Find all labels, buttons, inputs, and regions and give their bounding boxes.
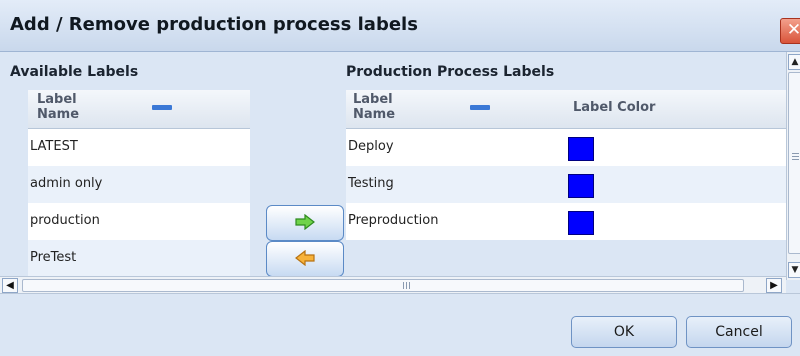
arrow-right-green-icon	[295, 213, 315, 231]
content-area: Available Labels Production Process Labe…	[0, 52, 786, 277]
dialog-title: Add / Remove production process labels	[10, 14, 418, 35]
label-color-swatch[interactable]	[568, 211, 594, 235]
sort-icon[interactable]	[152, 105, 172, 110]
available-row[interactable]: admin only	[28, 166, 250, 203]
available-header-line1: Label	[37, 92, 77, 107]
close-icon: ✕	[786, 20, 800, 40]
label-color-swatch[interactable]	[568, 137, 594, 161]
sort-icon[interactable]	[470, 105, 490, 110]
available-labels-title: Available Labels	[10, 64, 139, 80]
production-row[interactable]: Preproduction	[346, 203, 786, 240]
production-header-line2: Name	[353, 107, 396, 122]
add-label-button[interactable]	[266, 205, 344, 241]
scroll-up-button[interactable]: ▲	[788, 54, 800, 70]
dialog-footer: OK Cancel	[0, 293, 800, 356]
close-button[interactable]: ✕	[780, 18, 800, 44]
title-bar: Add / Remove production process labels ✕	[0, 0, 800, 52]
vertical-scroll-thumb[interactable]	[788, 72, 800, 254]
available-row-name: PreTest	[30, 250, 77, 265]
grip-icon	[403, 282, 404, 289]
ok-button[interactable]: OK	[571, 316, 677, 348]
production-label-name-header[interactable]: Label Name	[353, 92, 413, 122]
vertical-scrollbar[interactable]: ▲ ▼	[786, 52, 800, 280]
production-grid-header: Label Name Label Color	[346, 90, 786, 129]
production-row-name: Testing	[348, 176, 394, 191]
scroll-down-button[interactable]: ▼	[788, 262, 800, 278]
available-header-line2: Name	[37, 107, 80, 122]
available-row[interactable]: production	[28, 203, 250, 240]
remove-label-button[interactable]	[266, 241, 344, 277]
production-row-name: Deploy	[348, 139, 394, 154]
arrow-left-orange-icon	[295, 249, 315, 267]
scroll-left-button[interactable]: ◀	[2, 278, 18, 293]
production-row[interactable]: Deploy	[346, 129, 786, 166]
available-row-name: admin only	[30, 176, 103, 191]
production-grid: Deploy Testing Preproduction	[346, 129, 786, 281]
production-row-empty	[346, 240, 786, 277]
dialog: Add / Remove production process labels ✕…	[0, 0, 800, 356]
available-row-name: production	[30, 213, 100, 228]
available-row[interactable]: LATEST	[28, 129, 250, 166]
scroll-right-button[interactable]: ▶	[766, 278, 782, 293]
grip-icon	[792, 153, 799, 154]
cancel-button[interactable]: Cancel	[686, 316, 792, 348]
label-color-header[interactable]: Label Color	[573, 100, 693, 115]
production-row[interactable]: Testing	[346, 166, 786, 203]
label-color-swatch[interactable]	[568, 174, 594, 198]
available-row-name: LATEST	[30, 139, 78, 154]
available-row[interactable]: PreTest	[28, 240, 250, 277]
production-header-line1: Label	[353, 92, 393, 107]
available-grid-header: Label Name	[28, 90, 250, 129]
available-grid: LATEST admin only production PreTest	[28, 129, 250, 281]
production-labels-title: Production Process Labels	[346, 64, 555, 80]
available-label-name-header[interactable]: Label Name	[37, 92, 97, 122]
horizontal-scroll-thumb[interactable]	[22, 279, 744, 292]
production-row-name: Preproduction	[348, 213, 439, 228]
horizontal-scrollbar[interactable]: ◀ ▶	[0, 276, 786, 293]
